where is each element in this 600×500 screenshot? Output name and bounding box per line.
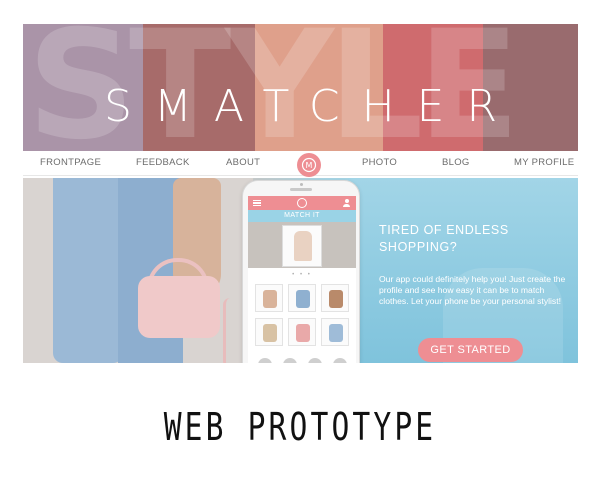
heart-m-icon: M <box>301 157 317 173</box>
user-icon[interactable] <box>343 199 350 207</box>
profile-icon[interactable] <box>332 358 347 363</box>
grid-item-hat[interactable] <box>255 318 283 346</box>
grid-item-boots[interactable] <box>321 284 349 312</box>
heart-icon[interactable] <box>282 358 297 363</box>
grid-item-jeans[interactable] <box>288 284 316 312</box>
home-icon[interactable] <box>257 358 272 363</box>
nav-item-blog[interactable]: BLOG <box>442 157 470 168</box>
svg-text:M: M <box>306 161 313 170</box>
carousel-dots[interactable]: • • • <box>248 272 356 278</box>
get-started-button[interactable]: GET STARTED <box>418 338 523 362</box>
hero-headline: TIRED OF ENDLESS SHOPPING? <box>379 223 509 254</box>
logo-icon[interactable]: M <box>297 153 321 177</box>
model-photo <box>23 178 253 363</box>
camera-icon[interactable] <box>307 358 322 363</box>
brand-wordmark[interactable]: SMATCHER <box>23 82 578 132</box>
nav-item-about[interactable]: ABOUT <box>226 157 260 168</box>
grid-item-shorts[interactable] <box>321 318 349 346</box>
nav-item-photo[interactable]: PHOTO <box>362 157 397 168</box>
grid-item-sunglasses[interactable] <box>288 318 316 346</box>
header-banner: STYLE SMATCHER <box>23 24 578 151</box>
match-it-title: MATCH IT <box>248 210 356 222</box>
camera-dot <box>300 183 303 186</box>
bag-strap <box>223 298 237 363</box>
main-nav: FRONTPAGE FEEDBACK ABOUT M PHOTO BLOG MY… <box>23 151 578 177</box>
app-logo-icon[interactable] <box>297 198 307 208</box>
hamburger-menu-icon[interactable] <box>253 200 261 206</box>
caption-title: WEB PROTOTYPE <box>163 405 437 449</box>
app-topbar <box>248 196 356 210</box>
nav-item-frontpage[interactable]: FRONTPAGE <box>40 157 101 168</box>
hero-copy: Our app could definitely help you! Just … <box>379 274 566 307</box>
phone-mockup: MATCH IT • • • <box>242 180 360 363</box>
jeans-left <box>53 178 123 363</box>
speaker-slot <box>290 188 312 191</box>
nav-item-my-profile[interactable]: MY PROFILE <box>514 157 574 168</box>
outfit-card[interactable] <box>282 225 322 267</box>
grid-item-jacket[interactable] <box>255 284 283 312</box>
pink-handbag <box>138 276 220 338</box>
hero-section: MATCH IT • • • TIRED OF ENDLESS SHOPPING… <box>23 178 578 363</box>
phone-screen: MATCH IT • • • <box>248 196 356 363</box>
nav-item-feedback[interactable]: FEEDBACK <box>136 157 190 168</box>
app-bottom-bar <box>248 354 356 363</box>
